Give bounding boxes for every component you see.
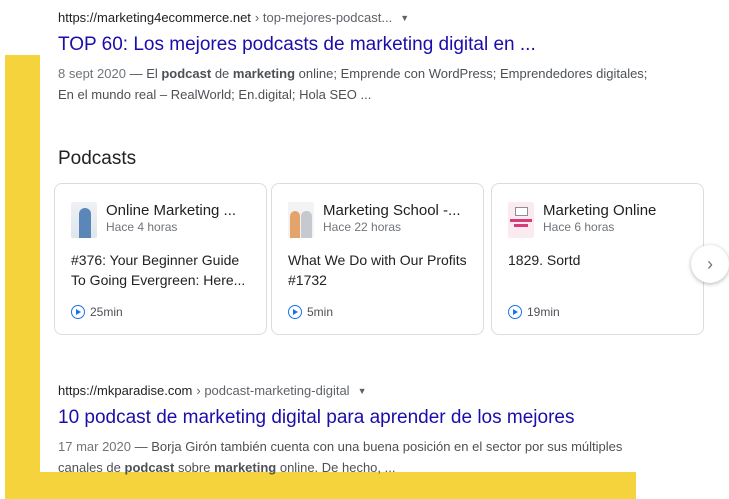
snippet-text: sobre [174, 460, 215, 475]
podcasts-heading: Podcasts [58, 148, 137, 169]
snippet-text: online. De hecho, ... [276, 460, 396, 475]
podcast-cover-icon [71, 202, 97, 238]
search-result-1: https://marketing4ecommerce.net › top-me… [58, 10, 658, 105]
podcast-card[interactable]: Marketing Online Hace 6 horas 1829. Sort… [491, 183, 704, 335]
play-icon[interactable] [71, 305, 85, 319]
play-icon[interactable] [508, 305, 522, 319]
result-title-link[interactable]: TOP 60: Los mejores podcasts de marketin… [58, 33, 658, 57]
podcast-card[interactable]: Online Marketing ... Hace 4 horas #376: … [54, 183, 267, 335]
snippet-text: de [211, 66, 233, 81]
snippet-keyword: podcast [161, 66, 212, 81]
result-path: › podcast-marketing-digital [196, 383, 350, 398]
chevron-right-icon: › [707, 253, 713, 274]
result-url[interactable]: https://mkparadise.com › podcast-marketi… [58, 383, 658, 398]
result-date: 17 mar 2020 [58, 439, 131, 454]
caret-down-icon[interactable]: ▼ [358, 386, 367, 396]
decorative-frame-left [5, 55, 40, 499]
result-path: › top-mejores-podcast... [254, 10, 393, 25]
caret-down-icon[interactable]: ▼ [400, 13, 409, 23]
snippet-keyword: marketing [214, 460, 277, 475]
podcast-duration: 5min [307, 305, 334, 319]
snippet-text: El [146, 66, 162, 81]
podcast-time: Hace 22 horas [323, 220, 402, 234]
podcast-time: Hace 6 horas [543, 220, 615, 234]
play-icon[interactable] [288, 305, 302, 319]
result-url[interactable]: https://marketing4ecommerce.net › top-me… [58, 10, 658, 25]
podcast-episode-title: What We Do with Our Profits #1732 [288, 252, 467, 288]
snippet-keyword: podcast [124, 460, 175, 475]
next-carousel-button[interactable]: › [691, 245, 729, 283]
search-result-2: https://mkparadise.com › podcast-marketi… [58, 383, 658, 478]
result-domain: https://mkparadise.com [58, 383, 193, 398]
podcast-cover-icon [508, 202, 534, 238]
podcast-duration: 19min [527, 305, 560, 319]
snippet-keyword: marketing [232, 66, 296, 81]
result-snippet: 17 mar 2020 — Borja Girón también cuenta… [58, 439, 623, 475]
podcast-episode-title: 1829. Sortd [508, 252, 581, 268]
podcast-show-title: Online Marketing ... [106, 202, 237, 219]
podcast-show-title: Marketing School -... [323, 202, 461, 219]
podcast-duration: 25min [90, 305, 123, 319]
podcast-cover-icon [288, 202, 314, 238]
podcast-show-title: Marketing Online [543, 202, 657, 219]
podcast-episode-title: #376: Your Beginner Guide To Going Everg… [71, 252, 246, 288]
podcast-card[interactable]: Marketing School -... Hace 22 horas What… [271, 183, 484, 335]
result-date: 8 sept 2020 [58, 66, 126, 81]
podcast-time: Hace 4 horas [106, 220, 178, 234]
result-domain: https://marketing4ecommerce.net [58, 10, 251, 25]
result-snippet: 8 sept 2020 — El podcast de marketing on… [58, 66, 648, 102]
result-title-link[interactable]: 10 podcast de marketing digital para apr… [58, 406, 658, 430]
